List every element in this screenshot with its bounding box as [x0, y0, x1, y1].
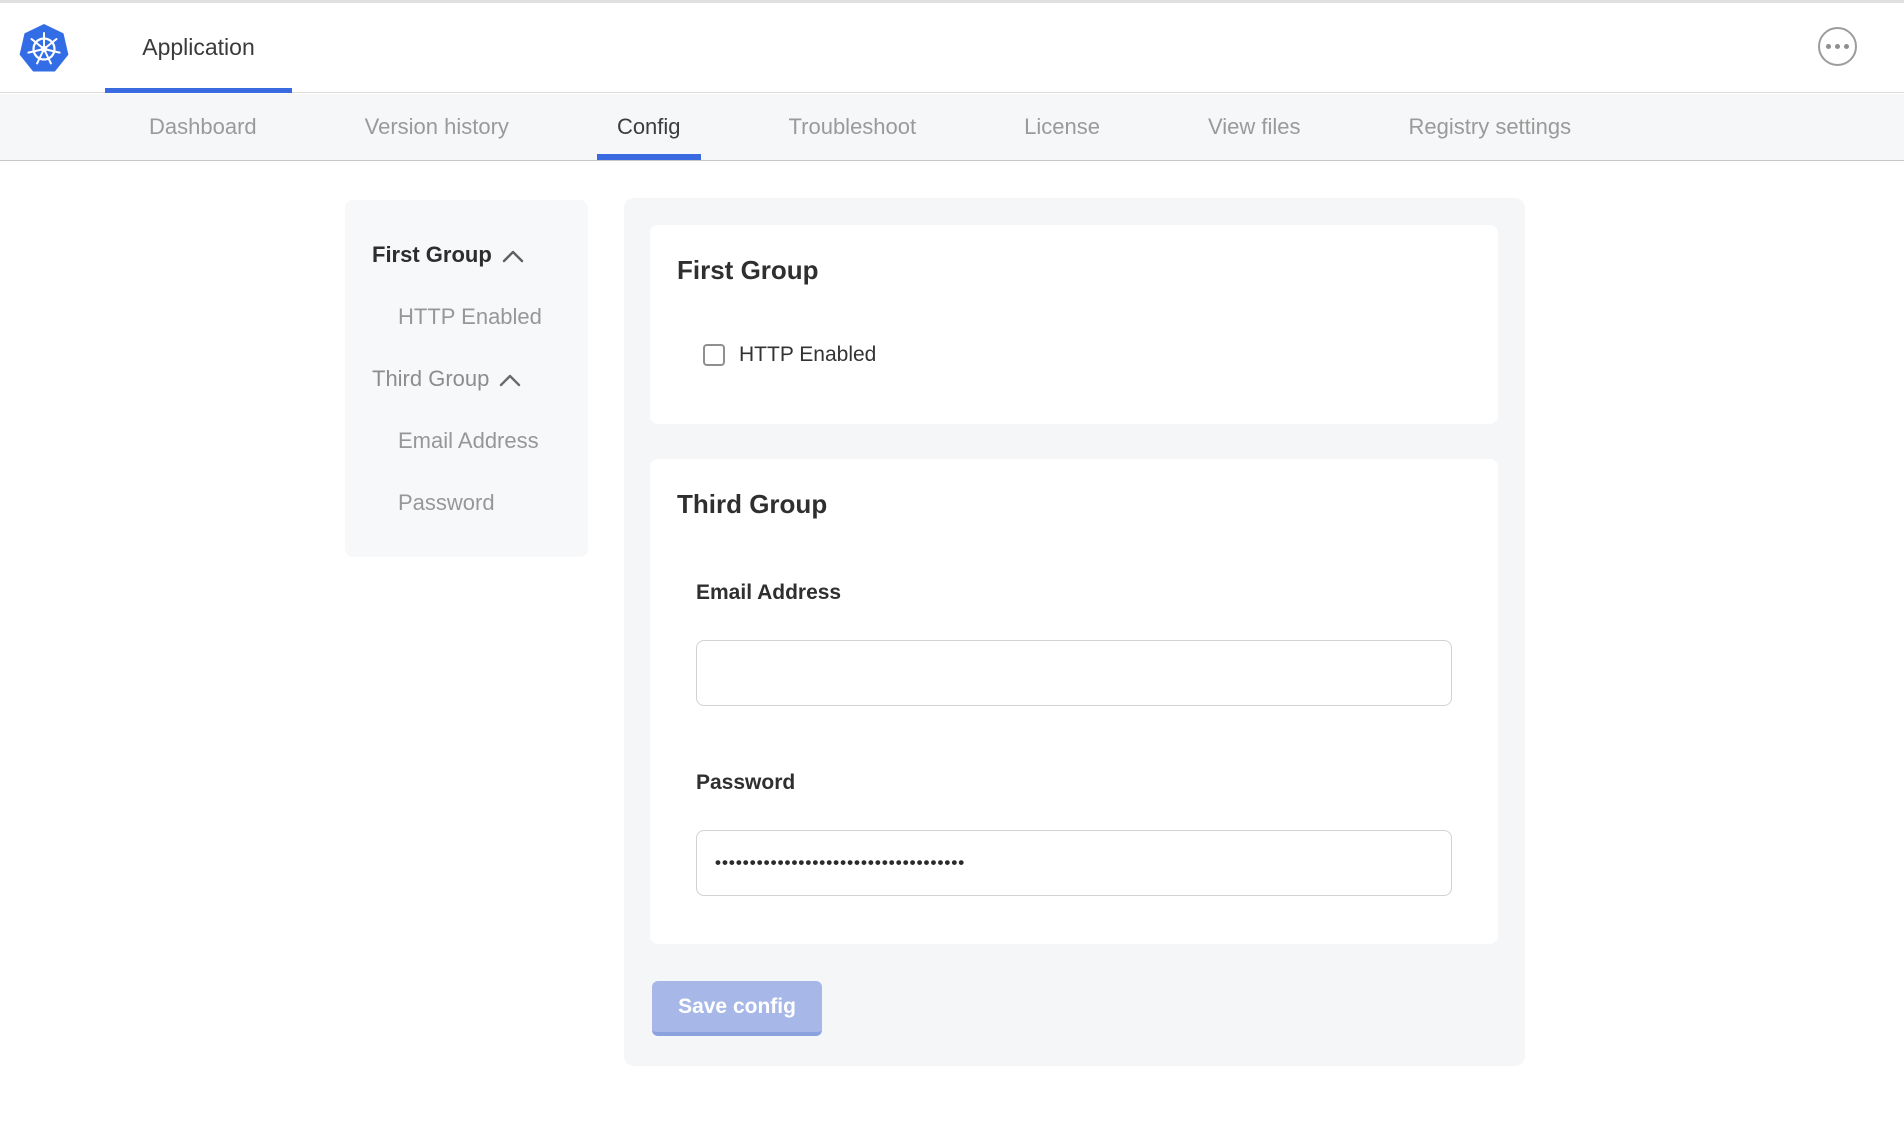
spacer — [372, 330, 578, 366]
spacer — [372, 268, 578, 304]
chevron-up-icon — [502, 250, 524, 263]
nav-active-underline — [597, 154, 701, 160]
http-enabled-label: HTTP Enabled — [739, 343, 876, 367]
app-header: Application — [0, 3, 1904, 93]
email-address-input[interactable] — [696, 640, 1452, 706]
ellipsis-icon — [1844, 44, 1849, 49]
http-enabled-checkbox[interactable] — [703, 344, 725, 366]
nav-tab-label: Troubleshoot — [789, 114, 917, 140]
nav-tab-label: License — [1024, 114, 1100, 140]
nav-tab-label: View files — [1208, 114, 1301, 140]
tab-application-label: Application — [142, 34, 255, 61]
sidebar-item-email-address[interactable]: Email Address — [372, 428, 578, 454]
sidebar-group-label: Third Group — [372, 366, 489, 392]
nav-tab-label: Dashboard — [149, 114, 257, 140]
sidebar-item-password[interactable]: Password — [372, 490, 578, 516]
nav-tab-troubleshoot[interactable]: Troubleshoot — [789, 94, 917, 160]
nav-tab-dashboard[interactable]: Dashboard — [149, 94, 257, 160]
nav-tab-label: Config — [617, 114, 681, 140]
password-input[interactable] — [696, 830, 1452, 896]
chevron-up-icon — [499, 374, 521, 387]
save-config-button[interactable]: Save config — [652, 981, 822, 1036]
email-address-label: Email Address — [696, 581, 841, 605]
sidebar-group-first-group[interactable]: First Group — [372, 242, 578, 268]
spacer — [372, 454, 578, 490]
ellipsis-icon — [1826, 44, 1831, 49]
config-group-card-third: Third Group Email Address Password — [650, 459, 1498, 944]
config-group-card-first: First Group HTTP Enabled — [650, 225, 1498, 424]
tab-application[interactable]: Application — [105, 3, 292, 92]
sidebar-item-http-enabled[interactable]: HTTP Enabled — [372, 304, 578, 330]
password-label: Password — [696, 771, 795, 795]
sidebar-group-third-group[interactable]: Third Group — [372, 366, 578, 392]
ellipsis-icon — [1835, 44, 1840, 49]
ellipsis-menu-button[interactable] — [1818, 27, 1857, 66]
nav-tab-label: Registry settings — [1409, 114, 1572, 140]
kubernetes-logo-icon — [18, 22, 70, 74]
config-sidebar: First Group HTTP Enabled Third Group Ema… — [345, 200, 588, 557]
nav-tab-view-files[interactable]: View files — [1208, 94, 1301, 160]
nav-tab-config[interactable]: Config — [617, 94, 681, 160]
app-subnav: Dashboard Version history Config Trouble… — [0, 94, 1904, 161]
nav-tab-license[interactable]: License — [1024, 94, 1100, 160]
http-enabled-field: HTTP Enabled — [703, 343, 876, 367]
sidebar-group-label: First Group — [372, 242, 492, 268]
config-content-panel: First Group HTTP Enabled Third Group Ema… — [624, 198, 1525, 1066]
group-title: First Group — [677, 255, 819, 286]
spacer — [372, 392, 578, 428]
tab-active-underline — [105, 88, 292, 93]
group-title: Third Group — [677, 489, 827, 520]
nav-tab-label: Version history — [365, 114, 509, 140]
nav-tab-version-history[interactable]: Version history — [365, 94, 509, 160]
nav-tab-registry-settings[interactable]: Registry settings — [1409, 94, 1572, 160]
